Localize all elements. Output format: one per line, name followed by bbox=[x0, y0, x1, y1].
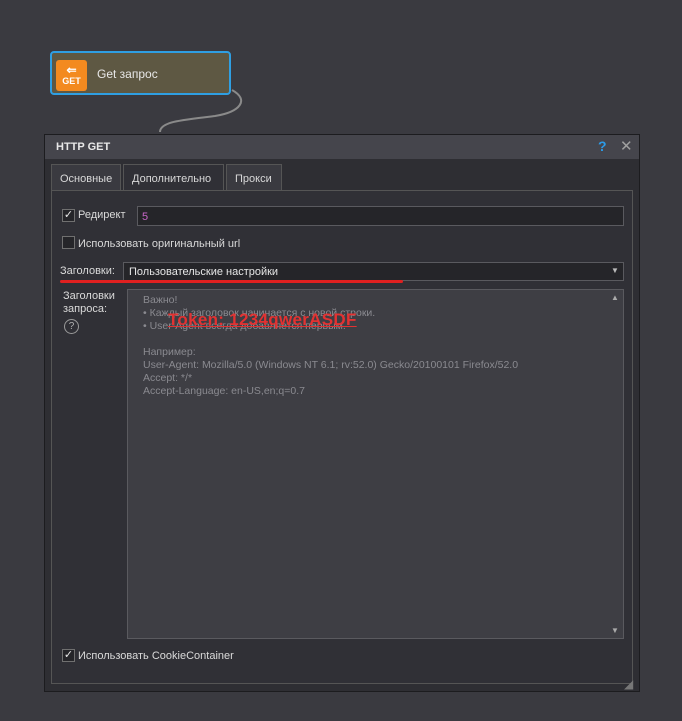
redirect-checkbox[interactable]: ✓ bbox=[62, 209, 75, 222]
headers-select[interactable]: Пользовательские настройки bbox=[123, 262, 624, 281]
hint-line-6: User-Agent: Mozilla/5.0 (Windows NT 6.1;… bbox=[143, 359, 519, 371]
token-overlay-text: Token: 1234qwerASDF bbox=[168, 310, 357, 329]
tab-main-label: Основные bbox=[60, 173, 113, 185]
tab-additional-label: Дополнительно bbox=[132, 173, 212, 185]
tab-main[interactable]: Основные bbox=[51, 164, 121, 190]
original-url-label: Использовать оригинальный url bbox=[78, 238, 241, 250]
headers-label: Заголовки: bbox=[60, 265, 115, 277]
hint-line-7: Accept: */* bbox=[143, 372, 193, 384]
request-headers-textarea[interactable] bbox=[127, 289, 624, 639]
tab-proxy[interactable]: Прокси bbox=[226, 164, 282, 190]
tab-additional[interactable]: Дополнительно bbox=[123, 164, 224, 190]
redirect-label: Редирект bbox=[78, 209, 126, 221]
cookie-container-label: Использовать CookieContainer bbox=[78, 650, 234, 662]
chevron-down-icon[interactable]: ▼ bbox=[611, 266, 619, 275]
scroll-up-arrow-icon[interactable]: ▲ bbox=[611, 293, 619, 302]
red-underline-annotation bbox=[60, 280, 403, 283]
cookie-container-checkbox[interactable]: ✓ bbox=[62, 649, 75, 662]
request-headers-label-2: запроса: bbox=[63, 303, 108, 315]
redirect-value: 5 bbox=[142, 211, 149, 223]
get-node-icon: ⇐ GET bbox=[56, 60, 87, 91]
original-url-checkbox[interactable] bbox=[62, 236, 75, 249]
hint-line-1: Важно! bbox=[143, 294, 178, 306]
node-title: Get запрос bbox=[97, 67, 158, 81]
hint-line-5: Например: bbox=[143, 346, 196, 358]
scroll-down-arrow-icon[interactable]: ▼ bbox=[611, 626, 619, 635]
question-circle-icon[interactable]: ? bbox=[64, 319, 79, 334]
redirect-count-input[interactable]: 5 bbox=[137, 206, 624, 226]
request-headers-label-1: Заголовки bbox=[63, 290, 115, 302]
headers-selected-value: Пользовательские настройки bbox=[129, 266, 279, 278]
help-icon[interactable]: ? bbox=[598, 138, 607, 154]
resize-grip-icon[interactable]: ◢ bbox=[624, 677, 633, 691]
tab-proxy-label: Прокси bbox=[235, 173, 272, 185]
close-icon[interactable]: ✕ bbox=[620, 137, 633, 155]
dialog-titlebar bbox=[45, 135, 639, 159]
dialog-title: HTTP GET bbox=[56, 141, 111, 153]
hint-line-8: Accept-Language: en-US,en;q=0.7 bbox=[143, 385, 305, 397]
